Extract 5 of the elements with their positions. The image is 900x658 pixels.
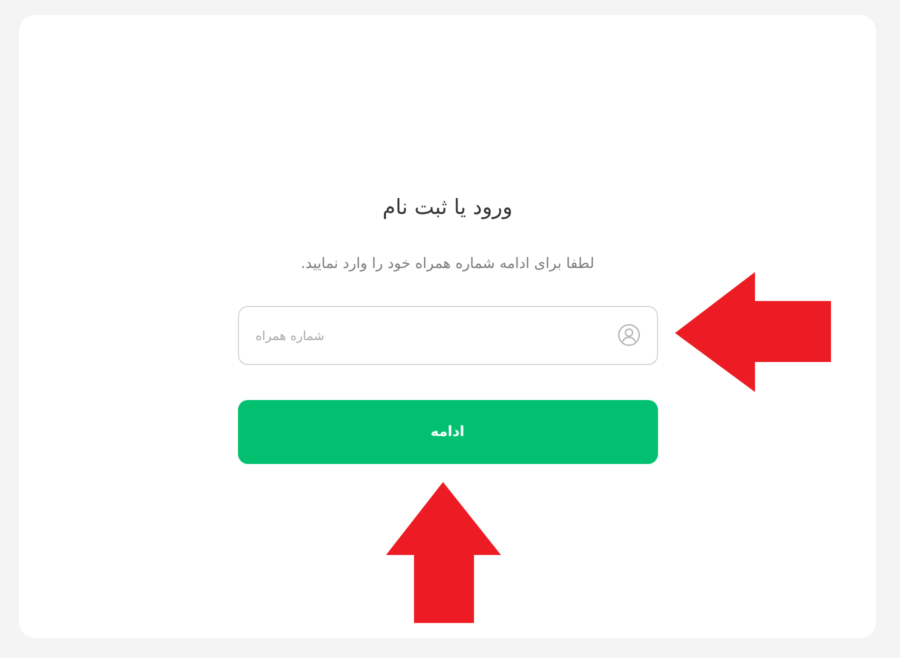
- instruction-text: لطفا برای ادامه شماره همراه خود را وارد نمایید.: [300, 255, 594, 274]
- continue-button[interactable]: ادامه: [238, 400, 658, 464]
- user-icon: [618, 324, 640, 346]
- page-title: ورود یا ثبت نام: [382, 194, 513, 222]
- phone-field[interactable]: شماره همراه: [238, 306, 658, 365]
